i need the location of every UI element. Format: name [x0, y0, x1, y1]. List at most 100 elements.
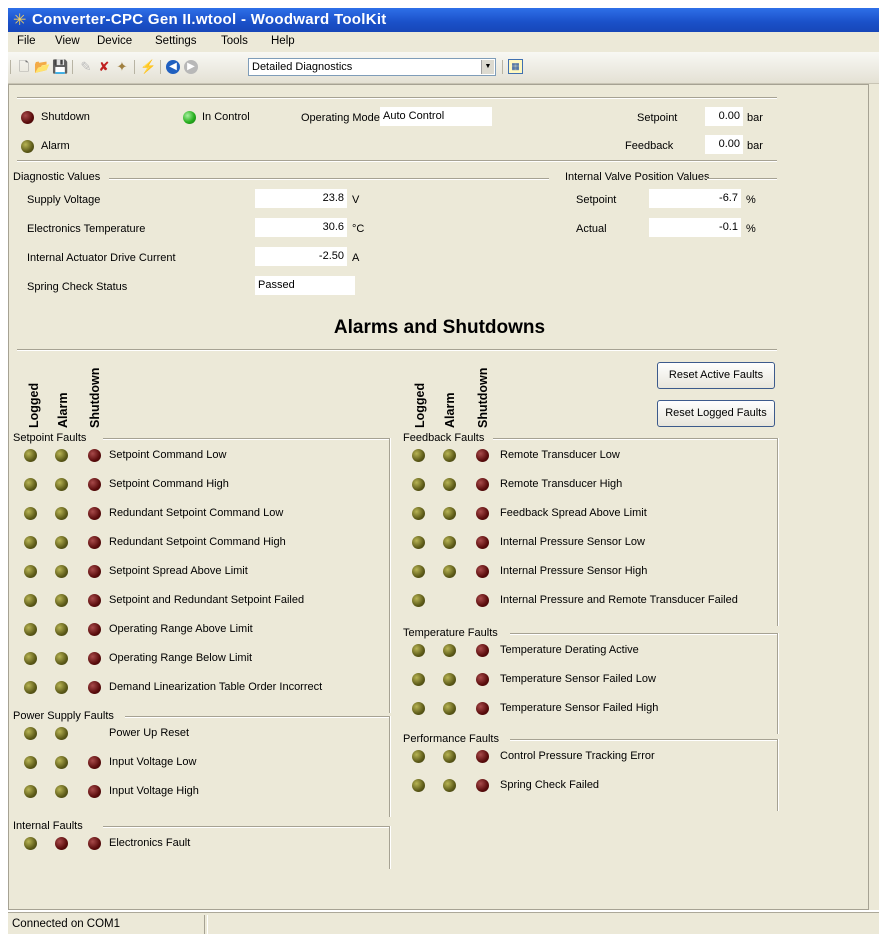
logged-led: [412, 565, 425, 578]
group-border: [777, 438, 779, 626]
drive-current-field: -2.50: [255, 247, 347, 266]
feedback-unit: bar: [747, 140, 763, 152]
menu-file[interactable]: File: [17, 35, 36, 47]
alarm-indicator: [21, 140, 34, 153]
column-header-alarm: Alarm: [56, 392, 70, 428]
logged-led: [24, 449, 37, 462]
feedback-label: Feedback: [625, 140, 674, 152]
disconnect-icon[interactable]: ✘: [96, 59, 112, 75]
divider: [17, 160, 777, 162]
fault-group-internal-faults: Internal Faults: [13, 820, 83, 832]
page-selector-dropdown[interactable]: Detailed Diagnostics ▼: [248, 58, 496, 76]
logged-led: [412, 449, 425, 462]
logged-led: [412, 507, 425, 520]
open-folder-icon[interactable]: 📂: [34, 59, 50, 75]
connect-icon[interactable]: ⚡: [140, 59, 156, 75]
electronics-temperature-label: Electronics Temperature: [27, 223, 146, 235]
setpoint-label: Setpoint: [637, 112, 678, 124]
alarms-title: Alarms and Shutdowns: [333, 317, 546, 338]
supply-voltage-label: Supply Voltage: [27, 194, 101, 206]
alarm-led: [55, 727, 68, 740]
logged-led: [412, 750, 425, 763]
fault-label: Setpoint and Redundant Setpoint Failed: [109, 594, 305, 606]
fault-label: Spring Check Failed: [500, 779, 600, 791]
menu-settings[interactable]: Settings: [155, 35, 197, 47]
alarm-led: [443, 673, 456, 686]
fault-label: Remote Transducer High: [500, 478, 623, 490]
status-divider: [204, 915, 208, 934]
logged-led: [412, 673, 425, 686]
alarm-led: [443, 750, 456, 763]
menu-tools[interactable]: Tools: [221, 35, 248, 47]
drive-current-unit: A: [352, 252, 360, 264]
page-selector-value: Detailed Diagnostics: [252, 61, 353, 73]
save-icon[interactable]: 💾: [52, 59, 68, 75]
alarm-led: [443, 449, 456, 462]
group-border: [777, 739, 779, 811]
reset-active-faults-button[interactable]: Reset Active Faults: [657, 362, 775, 389]
diagnostic-values-group-label: Diagnostic Values: [13, 171, 101, 183]
column-header-logged: Logged: [27, 382, 41, 428]
window-border: [869, 84, 879, 910]
alarm-led: [55, 449, 68, 462]
alarm-led: [55, 507, 68, 520]
logged-led: [412, 478, 425, 491]
shutdown-led: [88, 507, 101, 520]
alarm-led: [55, 536, 68, 549]
forward-arrow-icon[interactable]: ▶: [184, 60, 198, 74]
alarm-led: [443, 536, 456, 549]
fault-label: Control Pressure Tracking Error: [500, 750, 655, 762]
logged-led: [24, 756, 37, 769]
page-properties-icon[interactable]: ▦: [508, 59, 523, 74]
valve-actual-label: Actual: [576, 223, 607, 235]
logged-led: [24, 727, 37, 740]
shutdown-led: [88, 594, 101, 607]
valve-setpoint-field: -6.7: [649, 189, 741, 208]
logged-led: [412, 536, 425, 549]
shutdown-indicator: [21, 111, 34, 124]
settings-wizard-icon[interactable]: ✦: [114, 59, 130, 75]
shutdown-led: [476, 702, 489, 715]
column-header-logged: Logged: [413, 382, 427, 428]
logged-led: [24, 478, 37, 491]
fault-label: Temperature Derating Active: [500, 644, 639, 656]
title-bar: ✳ Converter-CPC Gen II.wtool - Woodward …: [8, 8, 879, 32]
alarm-led: [443, 644, 456, 657]
fault-label: Remote Transducer Low: [500, 449, 620, 461]
menu-view[interactable]: View: [55, 35, 80, 47]
shutdown-led: [476, 507, 489, 520]
fault-label: Power Up Reset: [109, 727, 190, 739]
back-arrow-icon[interactable]: ◀: [166, 60, 180, 74]
column-header-shutdown: Shutdown: [476, 367, 490, 428]
logged-led: [412, 594, 425, 607]
menu-help[interactable]: Help: [271, 35, 295, 47]
edit-icon[interactable]: ✎: [78, 59, 94, 75]
fault-group-temperature-faults: Temperature Faults: [403, 627, 498, 639]
new-file-icon[interactable]: 🗋: [16, 59, 32, 75]
fault-label: Internal Pressure Sensor Low: [500, 536, 645, 548]
menu-device[interactable]: Device: [97, 35, 132, 47]
shutdown-led: [476, 449, 489, 462]
logged-led: [24, 536, 37, 549]
in-control-indicator: [183, 111, 196, 124]
spring-check-status-label: Spring Check Status: [27, 281, 128, 293]
window-title: Converter-CPC Gen II.wtool - Woodward To…: [32, 11, 387, 28]
fault-group-setpoint-faults: Setpoint Faults: [13, 432, 87, 444]
alarm-led: [55, 478, 68, 491]
logged-led: [24, 565, 37, 578]
connection-status: Connected on COM1: [12, 918, 121, 930]
menu-bar: File View Device Settings Tools Help: [8, 32, 879, 52]
fault-group-feedback-faults: Feedback Faults: [403, 432, 485, 444]
alarm-led: [55, 837, 68, 850]
fault-label: Temperature Sensor Failed High: [500, 702, 659, 714]
shutdown-led: [88, 623, 101, 636]
group-rule: [109, 178, 549, 180]
status-bar: Connected on COM1: [8, 912, 879, 934]
group-border: [389, 716, 391, 817]
reset-logged-faults-button[interactable]: Reset Logged Faults: [657, 400, 775, 427]
fault-label: Setpoint Command Low: [109, 449, 227, 461]
chevron-down-icon[interactable]: ▼: [481, 60, 494, 74]
fault-label: Setpoint Command High: [109, 478, 229, 490]
in-control-label: In Control: [202, 111, 250, 123]
logged-led: [24, 652, 37, 665]
